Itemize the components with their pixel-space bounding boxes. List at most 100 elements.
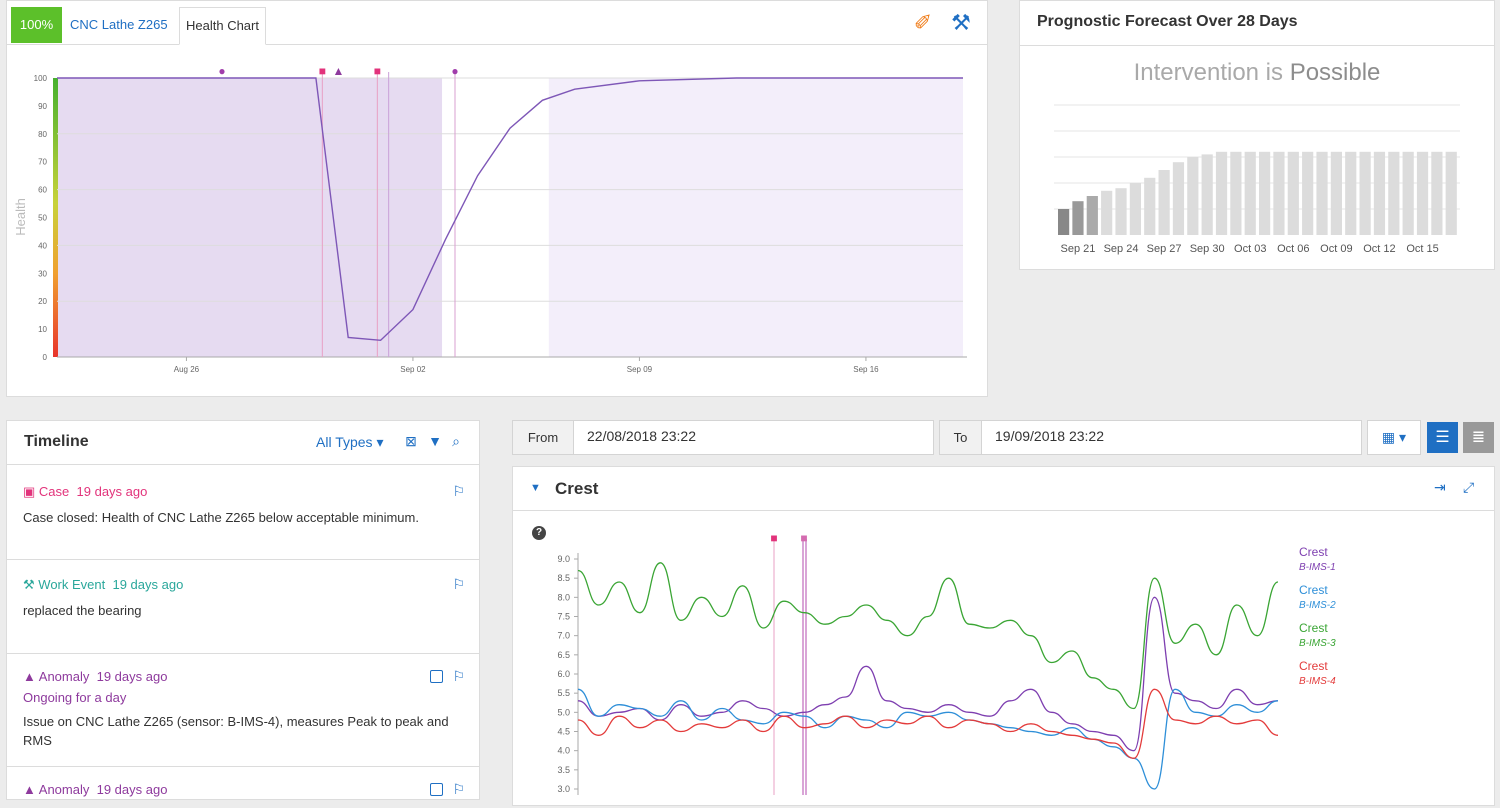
calendar-icon: ▦ bbox=[1381, 429, 1396, 445]
forecast-title: Prognostic Forecast Over 28 Days bbox=[1037, 13, 1298, 30]
forecast-bar bbox=[1431, 151, 1443, 235]
wrench-icon: ⚒ bbox=[23, 577, 35, 592]
fullscreen-icon[interactable]: ⤢ bbox=[1463, 479, 1474, 496]
crest-chart: 3.0 3.5 4.0 4.5 5.0 5.5 6.0 6.5 7.0 7.5 8.0 8.5 9.0 ■… bbox=[557, 531, 1279, 795]
timeline-item[interactable]: ▲ Anomaly 19 days ago Ongoing for a day … bbox=[7, 655, 479, 767]
forecast-panel: Prognostic Forecast Over 28 Days Interve… bbox=[1019, 0, 1495, 270]
y-tick-label: 7.0 bbox=[557, 631, 570, 641]
y-axis-label: Health bbox=[13, 198, 28, 236]
y-tick-label: 3.5 bbox=[557, 765, 570, 775]
bookmark-icon[interactable]: ⚐ bbox=[452, 781, 465, 798]
export-icon[interactable]: ⇥ bbox=[1434, 479, 1446, 496]
timeline-item-text: replaced the bearing bbox=[23, 603, 142, 618]
warning-icon: ▲ bbox=[23, 669, 36, 684]
health-chart: 0 10 20 30 40 50 60 70 80 90 100 Health Aug 26 Sep 02… bbox=[13, 64, 967, 374]
forecast-bar bbox=[1416, 151, 1429, 235]
filter-icon[interactable]: ▼ bbox=[427, 433, 443, 449]
magic-wand-icon[interactable]: ✐ bbox=[909, 9, 937, 37]
forecast-bar bbox=[1144, 177, 1156, 235]
forecast-bar bbox=[1101, 190, 1113, 235]
event-marker-icon: ■ bbox=[319, 64, 326, 78]
timeline-item-kind-label: Work Event bbox=[38, 577, 106, 592]
timeline-item-kind-label: Anomaly bbox=[38, 669, 90, 684]
forecast-bar bbox=[1115, 188, 1127, 235]
case-marker-icon: ■ bbox=[800, 531, 807, 545]
x-tick-label: Sep 16 bbox=[853, 365, 879, 374]
select-checkbox[interactable] bbox=[430, 670, 443, 683]
series-line bbox=[577, 688, 1279, 790]
y-tick-label: 80 bbox=[38, 130, 47, 139]
forecast-divider bbox=[1020, 45, 1494, 46]
forecast-bar bbox=[1445, 151, 1457, 235]
forecast-bar bbox=[1273, 151, 1285, 235]
timeline-item-kind-label: Anomaly bbox=[38, 782, 90, 797]
legend-sensor: B-IMS-2 bbox=[1299, 600, 1336, 611]
forecast-bar bbox=[1201, 154, 1213, 235]
x-tick-label: Sep 09 bbox=[627, 365, 653, 374]
forecast-bar bbox=[1172, 162, 1185, 235]
y-tick-label: 6.0 bbox=[557, 669, 570, 679]
forecast-bar bbox=[1215, 151, 1228, 235]
forecast-chart: Sep 21 Sep 24 Sep 27 Sep 30 Oct 03 Oct 06 Oct … bbox=[1054, 104, 1460, 255]
timeline-item[interactable]: ⚒ Work Event 19 days ago replaced the be… bbox=[7, 561, 479, 654]
y-tick-label: 4.5 bbox=[557, 727, 570, 737]
y-tick-label: 90 bbox=[38, 102, 47, 111]
timeline-panel: Timeline All Types ▾ ⊠ ▼ ⌕ ▣ Case 19 day… bbox=[6, 420, 480, 800]
legend-item[interactable]: Crest B-IMS-3 bbox=[1299, 621, 1336, 651]
forecast-bar bbox=[1058, 209, 1070, 235]
gap-region bbox=[442, 78, 549, 357]
select-checkbox[interactable] bbox=[430, 783, 443, 796]
wrench-icon[interactable]: ⚒ bbox=[947, 9, 975, 37]
calendar-button[interactable]: ▦ ▾ bbox=[1367, 420, 1421, 455]
forecast-subtitle-state: Possible bbox=[1289, 59, 1381, 86]
stacked-view-button[interactable]: ≣ bbox=[1463, 422, 1494, 453]
event-marker-icon: ● bbox=[218, 64, 225, 78]
y-tick-label: 8.5 bbox=[557, 573, 570, 583]
timeline-item-ago: 19 days ago bbox=[76, 484, 148, 499]
y-tick-label: 10 bbox=[38, 325, 47, 334]
health-chart-panel: 100% CNC Lathe Z265 Health Chart ✐ ⚒ 0 10… bbox=[6, 0, 988, 397]
y-tick-label: 70 bbox=[38, 158, 47, 167]
search-icon[interactable]: ⌕ bbox=[448, 433, 464, 450]
bookmark-icon[interactable]: ⚐ bbox=[452, 668, 465, 685]
collapse-caret-icon[interactable]: ▼ bbox=[530, 482, 541, 494]
y-tick-label: 4.0 bbox=[557, 746, 570, 756]
clear-filter-icon[interactable]: ⊠ bbox=[403, 433, 419, 450]
list-view-button[interactable]: ☰ bbox=[1427, 422, 1458, 453]
from-value[interactable]: 22/08/2018 23:22 bbox=[575, 420, 696, 455]
to-value[interactable]: 19/09/2018 23:22 bbox=[983, 420, 1104, 455]
legend-sensor: B-IMS-1 bbox=[1299, 562, 1336, 573]
timeline-item[interactable]: ▲ Anomaly 19 days ago ⚐ bbox=[7, 768, 479, 808]
forecast-subtitle-prefix: Intervention is bbox=[1133, 59, 1284, 86]
x-tick-label: Oct 06 bbox=[1277, 243, 1309, 255]
legend-name: Crest bbox=[1299, 545, 1328, 559]
legend-item[interactable]: Crest B-IMS-2 bbox=[1299, 583, 1336, 613]
y-tick-label: 100 bbox=[34, 74, 48, 83]
briefcase-icon: ▣ bbox=[23, 484, 36, 499]
forecast-bar bbox=[1287, 151, 1299, 235]
tab-health-chart[interactable]: Health Chart bbox=[179, 7, 266, 45]
type-filter-dropdown[interactable]: All Types ▾ bbox=[316, 434, 383, 451]
tab-machine[interactable]: CNC Lathe Z265 bbox=[64, 7, 174, 45]
timeline-item[interactable]: ▣ Case 19 days ago Case closed: Health o… bbox=[7, 466, 479, 560]
list-icon: ☰ bbox=[1435, 429, 1450, 446]
forecast-bar bbox=[1259, 151, 1271, 235]
timeline-item-kind: ▣ Case 19 days ago bbox=[23, 484, 147, 500]
from-label: From bbox=[512, 420, 574, 455]
bookmark-icon[interactable]: ⚐ bbox=[452, 576, 465, 593]
bookmark-icon[interactable]: ⚐ bbox=[452, 483, 465, 500]
timeline-item-ago: 19 days ago bbox=[96, 669, 168, 684]
y-tick-label: 8.0 bbox=[557, 592, 570, 602]
event-marker-icon: ● bbox=[451, 64, 458, 78]
y-tick-label: 40 bbox=[38, 241, 47, 250]
legend-item[interactable]: Crest B-IMS-1 bbox=[1299, 545, 1336, 575]
forecast-bar bbox=[1373, 151, 1386, 235]
forecast-bar bbox=[1316, 151, 1328, 235]
forecast-bar bbox=[1187, 157, 1199, 235]
legend-item[interactable]: Crest B-IMS-4 bbox=[1299, 659, 1336, 689]
y-tick-label: 50 bbox=[38, 214, 47, 223]
caret-down-icon: ▾ bbox=[1399, 429, 1407, 445]
to-label: To bbox=[939, 420, 982, 455]
timeline-item-ago: 19 days ago bbox=[112, 577, 184, 592]
health-scale-bar bbox=[53, 78, 58, 357]
